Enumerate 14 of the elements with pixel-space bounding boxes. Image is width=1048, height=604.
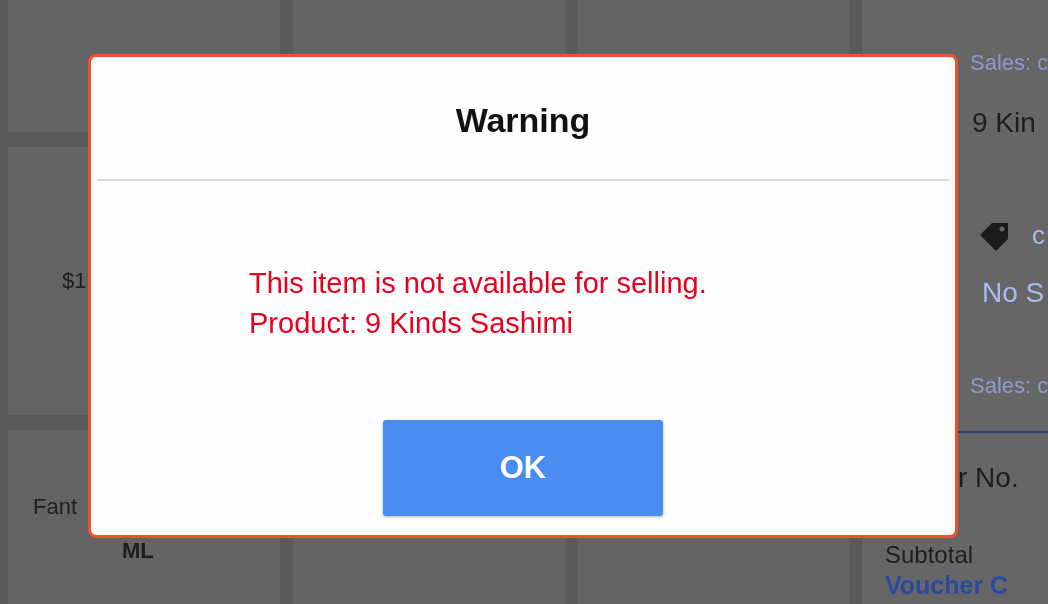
salesperson-link[interactable]: No S [982,276,1048,310]
ok-button[interactable]: OK [383,420,663,516]
warning-message: This item is not available for selling. [249,266,707,301]
dialog-title: Warning [455,100,591,141]
discount-link[interactable]: c [1032,220,1045,252]
sales-label: Sales: c [970,372,1048,400]
price-text: $1 [62,267,87,295]
order-number-label: r No. [958,461,1020,495]
item-name: 9 Kin [972,106,1037,140]
subtotal-label: Subtotal [885,540,975,570]
warning-message: Product: 9 Kinds Sashimi [249,306,574,341]
product-name: ML [122,537,154,565]
sales-label: Sales: c [970,50,1048,77]
product-name: Fant [33,493,78,521]
